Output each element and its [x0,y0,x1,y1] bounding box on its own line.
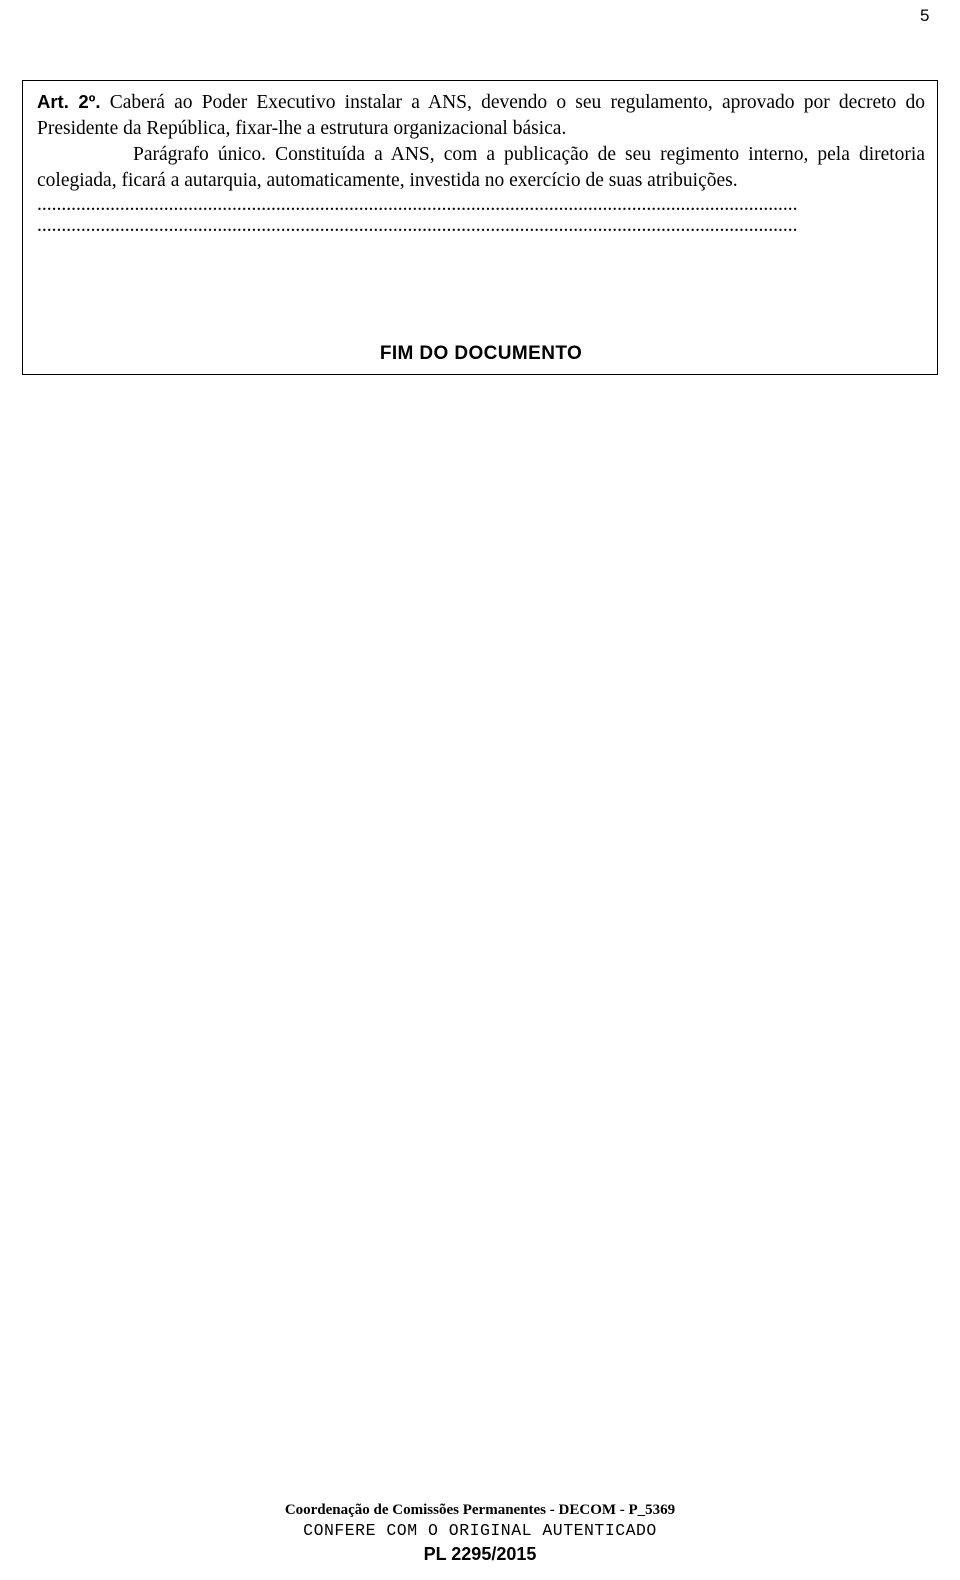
document-content-box: Art. 2º. Caberá ao Poder Executivo insta… [22,80,938,375]
separator-dots-2: ........................................… [37,215,798,236]
page-footer: Coordenação de Comissões Permanentes - D… [0,1500,960,1566]
end-of-document-label: FIM DO DOCUMENTO [379,343,583,364]
document-page: 5 Art. 2º. Caberá ao Poder Executivo ins… [0,0,960,1580]
footer-coordination: Coordenação de Comissões Permanentes - D… [284,1502,676,1518]
paragraph-art-2: Art. 2º. Caberá ao Poder Executivo insta… [37,89,925,142]
footer-authentication: CONFERE COM O ORIGINAL AUTENTICADO [303,1521,657,1540]
page-number: 5 [920,6,930,25]
document-body: Art. 2º. Caberá ao Poder Executivo insta… [37,89,925,236]
article-label: Art. 2º. [37,91,101,112]
paragraph-paragrafo-unico: Parágrafo único. Constituída a ANS, com … [37,144,925,191]
footer-bill-number: PL 2295/2015 [423,1544,537,1564]
article-text: Caberá ao Poder Executivo instalar a ANS… [37,92,925,139]
separator-dots-1: ........................................… [37,194,798,215]
